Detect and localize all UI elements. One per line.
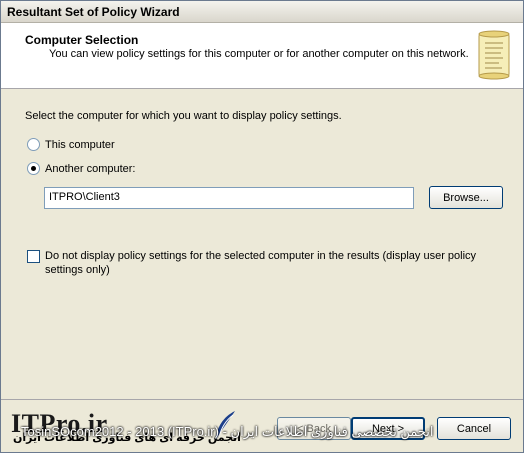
- wizard-window: Resultant Set of Policy Wizard Computer …: [0, 0, 524, 453]
- radio-this-computer[interactable]: This computer: [27, 138, 115, 151]
- radio-another-computer[interactable]: Another computer:: [27, 162, 136, 175]
- user-only-option[interactable]: Do not display policy settings for the s…: [27, 249, 485, 277]
- watermark-caption: TosinSOcom2012 - 2013 (ITPro.ir) - انجمن…: [21, 424, 434, 439]
- wizard-header: Computer Selection You can view policy s…: [1, 23, 523, 89]
- radio-button-this-computer[interactable]: [27, 138, 40, 151]
- radio-label-this-computer: This computer: [45, 138, 115, 151]
- page-title: Computer Selection: [25, 33, 139, 47]
- computer-name-field[interactable]: ITPRO\Client3: [44, 187, 414, 209]
- radio-label-another-computer: Another computer:: [45, 162, 136, 175]
- wizard-content: Select the computer for which you want t…: [1, 90, 523, 400]
- cancel-button[interactable]: Cancel: [437, 417, 511, 440]
- instruction-text: Select the computer for which you want t…: [25, 110, 342, 122]
- browse-button[interactable]: Browse...: [429, 186, 503, 209]
- footer-divider: [1, 399, 523, 400]
- window-title: Resultant Set of Policy Wizard: [7, 5, 180, 19]
- radio-button-another-computer[interactable]: [27, 162, 40, 175]
- user-only-checkbox-label: Do not display policy settings for the s…: [45, 250, 477, 276]
- page-subtitle: You can view policy settings for this co…: [49, 48, 469, 60]
- user-only-checkbox[interactable]: [27, 250, 40, 263]
- scroll-icon: [478, 30, 510, 80]
- title-bar: Resultant Set of Policy Wizard: [1, 1, 523, 23]
